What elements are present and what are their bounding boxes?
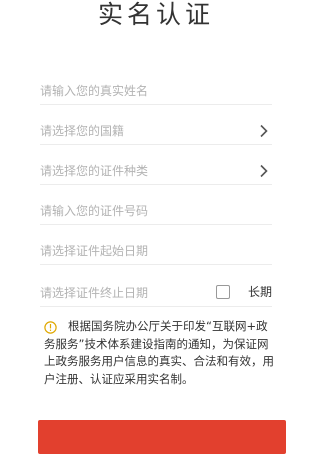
id-type-placeholder: 请选择您的证件种类 bbox=[40, 164, 149, 178]
long-term-checkbox[interactable] bbox=[216, 285, 230, 299]
long-term-option[interactable]: 长期 bbox=[216, 283, 272, 301]
page-title: 实名认证 bbox=[97, 0, 214, 29]
nationality-select[interactable]: 请选择您的国籍 bbox=[40, 120, 272, 145]
id-number-field[interactable]: 请输入您的证件号码 bbox=[40, 200, 272, 225]
end-date-placeholder: 请选择证件终止日期 bbox=[40, 286, 149, 300]
name-field[interactable]: 请输入您的真实姓名 bbox=[40, 80, 272, 105]
chevron-right-icon bbox=[260, 164, 268, 178]
id-number-placeholder: 请输入您的证件号码 bbox=[40, 204, 149, 218]
long-term-label: 长期 bbox=[247, 285, 272, 299]
end-date-picker[interactable]: 请选择证件终止日期 长期 bbox=[40, 282, 272, 307]
notice-text: 根据国务院办公厅关于印发“互联网+政务服务”技术体系建设指南的通知，为保证网上政… bbox=[44, 319, 274, 386]
submit-button[interactable] bbox=[38, 420, 286, 454]
name-input-placeholder: 请输入您的真实姓名 bbox=[40, 84, 149, 98]
nationality-placeholder: 请选择您的国籍 bbox=[40, 124, 125, 138]
start-date-placeholder: 请选择证件起始日期 bbox=[40, 244, 149, 258]
id-type-select[interactable]: 请选择您的证件种类 bbox=[40, 160, 272, 185]
chevron-right-icon bbox=[260, 124, 268, 138]
real-name-auth-page: 实名认证 请输入您的真实姓名 请选择您的国籍 请选择您的证件种类 请输入您的证件… bbox=[0, 0, 312, 469]
start-date-picker[interactable]: 请选择证件起始日期 bbox=[40, 240, 272, 265]
